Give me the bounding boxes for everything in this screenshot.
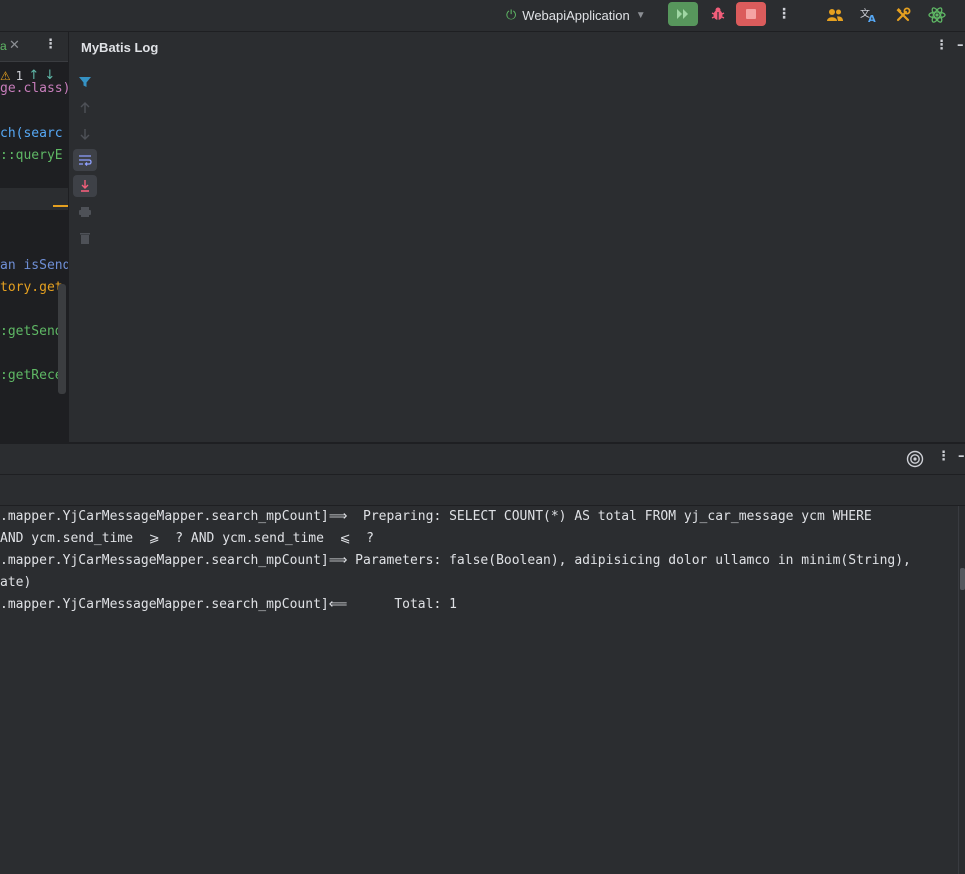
run-panel-header: ⋮ –	[0, 444, 965, 474]
more-vertical-icon[interactable]: ⋮	[935, 38, 948, 53]
editor-tab-label: a	[0, 39, 7, 53]
code-line: :getRece	[0, 368, 63, 383]
hide-panel-icon[interactable]: –	[957, 38, 964, 53]
title-bar: ⏻ WebapiApplication ▼ ⋮ 文 A	[0, 0, 965, 32]
console-line: .mapper.YjCarMessageMapper.search_mpCoun…	[0, 597, 457, 612]
more-vertical-icon[interactable]: ⋮	[937, 449, 950, 464]
more-vertical-icon[interactable]: ⋮	[44, 37, 57, 52]
editor-scrollbar[interactable]	[58, 284, 66, 394]
code-editor[interactable]: a ✕ ⋮ ⚠ 1 ↑ ↓ ge.class) ch(searc ::query…	[0, 32, 68, 442]
filter-icon[interactable]	[73, 71, 97, 93]
scroll-down-icon[interactable]	[73, 123, 97, 145]
power-icon: ⏻	[506, 7, 517, 22]
target-icon[interactable]	[906, 450, 924, 468]
atom-icon[interactable]	[926, 4, 948, 26]
code-line: tory.get	[0, 280, 63, 295]
console-line: AND ycm.send_time ⩾ ? AND ycm.send_time …	[0, 531, 374, 546]
soft-wrap-icon[interactable]	[73, 149, 97, 171]
run-panel-toolbar	[0, 474, 965, 506]
stop-button[interactable]	[736, 2, 766, 26]
console-scrollbar-thumb[interactable]	[960, 568, 965, 590]
mybatis-log-toolbar	[68, 63, 101, 442]
debug-bug-icon	[711, 7, 725, 20]
run-config-label: WebapiApplication	[522, 7, 630, 23]
code-line: ge.class)	[0, 81, 68, 96]
caret-marker	[53, 205, 68, 207]
run-icon	[677, 9, 688, 19]
console-line: .mapper.YjCarMessageMapper.search_mpCoun…	[0, 509, 872, 524]
code-line: an isSend	[0, 258, 68, 273]
people-icon[interactable]	[824, 4, 846, 26]
chevron-down-icon: ▼	[635, 9, 646, 21]
console-line: .mapper.YjCarMessageMapper.search_mpCoun…	[0, 553, 911, 568]
code-line: :getSend	[0, 324, 63, 339]
editor-divider-band	[0, 188, 68, 210]
editor-tab[interactable]: a ✕ ⋮	[0, 32, 68, 62]
trash-icon[interactable]	[73, 227, 97, 249]
close-icon[interactable]: ✕	[9, 38, 20, 53]
code-line: ch(searc	[0, 126, 63, 141]
mybatis-log-header: MyBatis Log ⋮ –	[68, 32, 965, 63]
hide-panel-icon[interactable]: –	[958, 449, 965, 464]
more-vertical-icon[interactable]: ⋮	[773, 2, 795, 26]
console-scrollbar[interactable]	[958, 506, 965, 874]
stop-icon	[746, 9, 756, 19]
console-line: ate)	[0, 575, 32, 590]
build-tools-icon[interactable]	[892, 4, 914, 26]
code-line: ::queryE	[0, 148, 63, 163]
debug-button[interactable]	[703, 2, 733, 26]
console-output[interactable]: .mapper.YjCarMessageMapper.search_mpCoun…	[0, 506, 958, 874]
run-button[interactable]	[668, 2, 698, 26]
translate-icon[interactable]: 文 A	[858, 4, 880, 26]
run-config-selector[interactable]: ⏻ WebapiApplication ▼	[506, 4, 646, 26]
mybatis-log-title: MyBatis Log	[81, 40, 159, 55]
print-icon[interactable]	[73, 201, 97, 223]
scroll-up-icon[interactable]	[73, 97, 97, 119]
scroll-to-end-icon[interactable]	[73, 175, 97, 197]
mybatis-log-output[interactable]	[101, 63, 965, 442]
svg-text:A: A	[868, 14, 876, 24]
